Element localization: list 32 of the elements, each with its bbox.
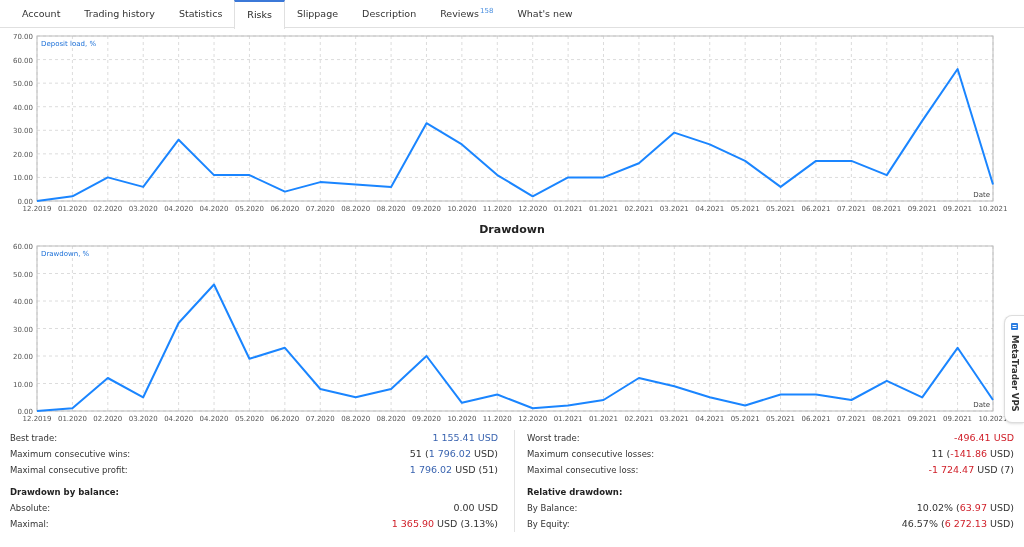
stat-value: 46.57% (6 272.13 USD)	[901, 516, 1014, 531]
stat-value: -1 724.47 USD (7)	[928, 462, 1014, 477]
stat-label: Maximum consecutive wins:	[10, 447, 131, 461]
section-heading: Relative drawdown:	[527, 485, 623, 499]
chart-title: Drawdown	[479, 221, 545, 238]
tab[interactable]: Reviews$^{158}$	[428, 0, 506, 28]
stat-value: 1 796.02 USD (51)	[409, 462, 498, 477]
stat-value: 0.00 USD	[453, 500, 498, 515]
stat-label: Worst trade:	[527, 431, 580, 445]
section-heading: Drawdown by balance:	[10, 485, 119, 499]
stat-label: By Balance:	[527, 501, 578, 515]
tab[interactable]: Statistics	[166, 0, 235, 28]
tab[interactable]: Risks	[234, 0, 285, 29]
server-icon	[1010, 322, 1019, 331]
stat-label: Maximal consecutive loss:	[527, 463, 639, 477]
stat-value: 1 155.41 USD	[432, 430, 498, 445]
stat-label: Maximal consecutive profit:	[10, 463, 128, 477]
stat-value: 1 365.90 USD (3.13%)	[391, 516, 498, 531]
stat-label: Absolute:	[10, 501, 50, 515]
stat-value: -496.41 USD	[954, 430, 1014, 445]
stat-value: 51 (1 796.02 USD)	[409, 446, 498, 461]
stat-label: By Equity:	[527, 517, 570, 531]
stat-label: Best trade:	[10, 431, 58, 445]
stat-label: Maximum consecutive losses:	[527, 447, 655, 461]
tab[interactable]: Account	[10, 0, 73, 28]
tab[interactable]: Slippage	[285, 0, 351, 28]
stat-label: Maximal:	[10, 517, 49, 531]
tab[interactable]: What's new	[505, 0, 585, 28]
tab[interactable]: Description	[350, 0, 429, 28]
tab[interactable]: Trading history	[72, 0, 167, 28]
stat-value: 11 (-141.86 USD)	[931, 446, 1014, 461]
stat-value: 10.02% (63.97 USD)	[916, 500, 1014, 515]
